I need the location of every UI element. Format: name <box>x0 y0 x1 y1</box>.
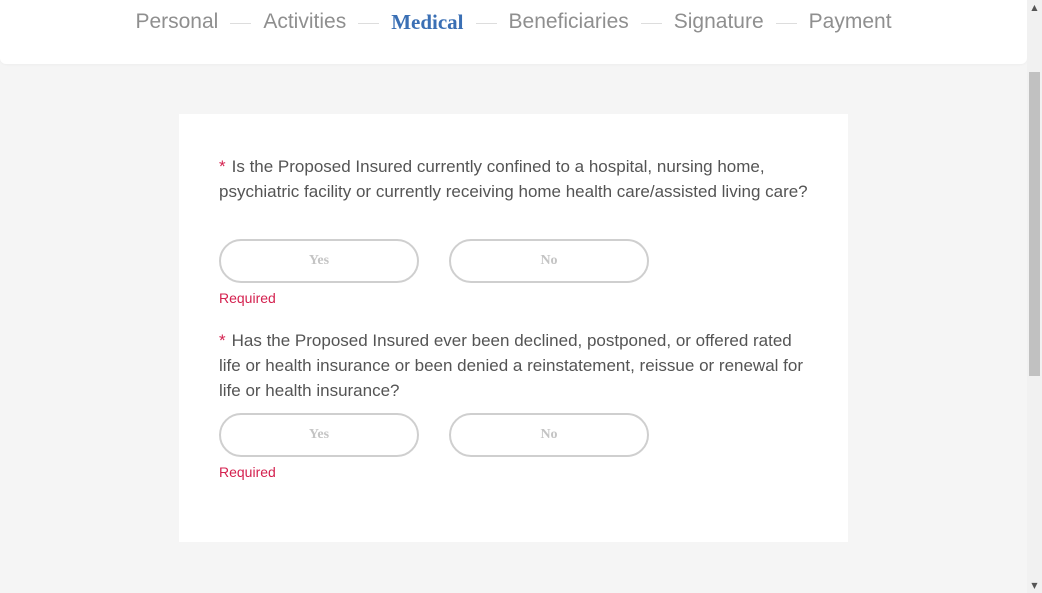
step-activities[interactable]: Activities <box>263 8 346 36</box>
step-separator <box>640 22 662 24</box>
vertical-scrollbar[interactable]: ▲ ▼ <box>1027 0 1042 593</box>
step-beneficiaries[interactable]: Beneficiaries <box>509 8 629 36</box>
question-text: Has the Proposed Insured ever been decli… <box>219 331 804 400</box>
scroll-down-arrow-icon[interactable]: ▼ <box>1027 578 1042 593</box>
question-declined: * Has the Proposed Insured ever been decl… <box>219 328 809 403</box>
step-signature[interactable]: Signature <box>674 8 764 36</box>
declined-no-button[interactable]: No <box>449 413 649 457</box>
required-asterisk: * <box>219 331 226 350</box>
required-error: Required <box>219 464 276 480</box>
step-medical[interactable]: Medical <box>391 8 463 36</box>
step-navigation: Personal Activities Medical Beneficiarie… <box>0 8 1027 36</box>
medical-questions-card: * Is the Proposed Insured currently confi… <box>179 114 848 542</box>
declined-yes-button[interactable]: Yes <box>219 413 419 457</box>
question-confinement: * Is the Proposed Insured currently confi… <box>219 154 809 204</box>
scroll-thumb[interactable] <box>1029 72 1040 376</box>
step-separator <box>475 22 497 24</box>
confinement-no-button[interactable]: No <box>449 239 649 283</box>
confinement-yes-button[interactable]: Yes <box>219 239 419 283</box>
step-separator <box>775 22 797 24</box>
page-viewport: Personal Activities Medical Beneficiarie… <box>0 0 1027 593</box>
question-text: Is the Proposed Insured currently confin… <box>219 157 808 201</box>
step-personal[interactable]: Personal <box>135 8 218 36</box>
scroll-up-arrow-icon[interactable]: ▲ <box>1027 0 1042 15</box>
step-payment[interactable]: Payment <box>809 8 892 36</box>
step-separator <box>230 22 252 24</box>
required-asterisk: * <box>219 157 226 176</box>
step-separator <box>358 22 380 24</box>
progress-header: Personal Activities Medical Beneficiarie… <box>0 0 1027 64</box>
required-error: Required <box>219 290 276 306</box>
